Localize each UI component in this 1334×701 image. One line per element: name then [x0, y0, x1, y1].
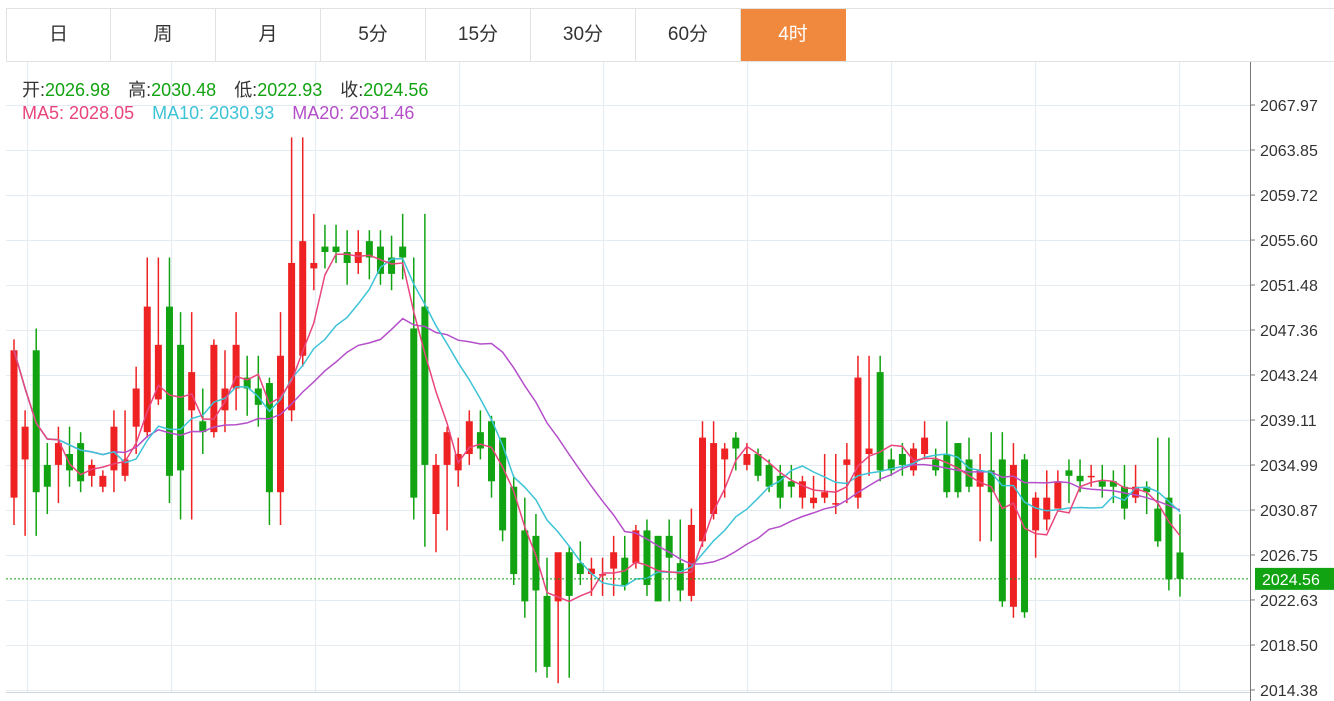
candle-body: [976, 470, 984, 487]
candle-body: [998, 459, 1006, 602]
y-tick-label: 2039.11: [1260, 413, 1317, 430]
y-tick-label: 2059.72: [1260, 188, 1318, 205]
candle-body: [432, 464, 440, 515]
candle-body: [554, 552, 562, 602]
candle-body: [521, 530, 529, 602]
close-label: 收:: [340, 80, 364, 100]
candle-body: [865, 448, 873, 454]
candle-body: [898, 453, 906, 465]
candle-body: [1032, 497, 1040, 531]
candle-body: [165, 306, 173, 476]
y-tick-label: 2030.87: [1260, 503, 1318, 520]
candle-body: [132, 388, 140, 427]
candle-body: [932, 459, 940, 471]
candle-body: [310, 262, 318, 269]
y-tick-label: 2055.60: [1260, 233, 1318, 250]
y-tick-label: 2034.99: [1260, 458, 1318, 475]
candle-body: [1054, 481, 1062, 509]
candle-body: [743, 453, 751, 465]
candle-body: [810, 497, 818, 504]
ma10-value: 2030.93: [209, 103, 275, 123]
y-tick-label: 2051.48: [1260, 278, 1318, 295]
candle-body: [1098, 481, 1106, 487]
candle-body: [610, 552, 618, 569]
candle-body: [177, 344, 185, 471]
candle-body: [921, 437, 929, 454]
candle-body: [710, 443, 718, 515]
low-label: 低:: [234, 80, 258, 100]
last-price-label: 2024.56: [1262, 572, 1320, 589]
candle-body: [476, 432, 484, 449]
ma5-label: MA5:: [22, 103, 65, 123]
candle-body: [43, 464, 51, 487]
candle-body: [754, 453, 762, 476]
candle-body: [1087, 475, 1095, 478]
candle-body: [698, 437, 706, 542]
candle-body: [332, 246, 340, 253]
candle-body: [1165, 497, 1173, 580]
y-tick-label: 2014.38: [1260, 683, 1318, 700]
candle-body: [399, 246, 407, 258]
ma20-label: MA20:: [292, 103, 345, 123]
y-tick-label: 2063.85: [1260, 143, 1318, 160]
candle-body: [854, 377, 862, 498]
ma-readout: MA5: 2028.05 MA10: 2030.93 MA20: 2031.46: [22, 103, 414, 124]
candle-body: [965, 459, 973, 487]
candle-body: [632, 530, 640, 564]
candle-body: [188, 372, 196, 411]
candle-body: [421, 306, 429, 465]
y-tick-label: 2026.75: [1260, 548, 1318, 565]
open-label: 开:: [22, 80, 46, 100]
ma10-label: MA10:: [152, 103, 205, 123]
candle-body: [1176, 552, 1184, 579]
candle-body: [299, 241, 307, 356]
ma5-value: 2028.05: [69, 103, 135, 123]
candle-body: [465, 421, 473, 454]
candle-body: [1043, 497, 1051, 520]
ma20-value: 2031.46: [349, 103, 415, 123]
ohlc-readout: 开:2026.98 高:2030.48 低:2022.93 收:2024.56: [22, 76, 428, 102]
y-tick-label: 2018.50: [1260, 638, 1318, 655]
candle-body: [676, 563, 684, 591]
candle-body: [876, 372, 884, 471]
close-value: 2024.56: [363, 80, 429, 100]
candle-body: [843, 459, 851, 465]
candle-body: [21, 426, 29, 460]
y-tick-label: 2022.63: [1260, 593, 1318, 610]
candle-body: [732, 437, 740, 449]
candle-body: [1065, 470, 1073, 476]
y-tick-label: 2067.97: [1260, 98, 1318, 115]
candle-body: [687, 524, 695, 596]
candle-body: [10, 350, 18, 498]
candle-body: [765, 464, 773, 487]
high-value: 2030.48: [151, 80, 217, 100]
candle-body: [288, 262, 296, 411]
candle-body: [543, 595, 551, 667]
candle-body: [410, 328, 418, 498]
open-value: 2026.98: [45, 80, 111, 100]
candle-body: [321, 246, 329, 253]
candle-body: [565, 552, 573, 596]
candle-body: [354, 252, 362, 263]
high-label: 高:: [128, 80, 152, 100]
y-tick-label: 2047.36: [1260, 323, 1318, 340]
candle-body: [1154, 508, 1162, 542]
candle-body: [99, 475, 107, 487]
candle-body: [821, 492, 829, 498]
candle-body: [277, 355, 285, 493]
y-tick-label: 2043.24: [1260, 368, 1318, 385]
candle-body: [721, 448, 729, 460]
candle-body: [443, 432, 451, 465]
candle-body: [1076, 475, 1084, 482]
low-value: 2022.93: [257, 80, 323, 100]
candle-body: [943, 453, 951, 493]
